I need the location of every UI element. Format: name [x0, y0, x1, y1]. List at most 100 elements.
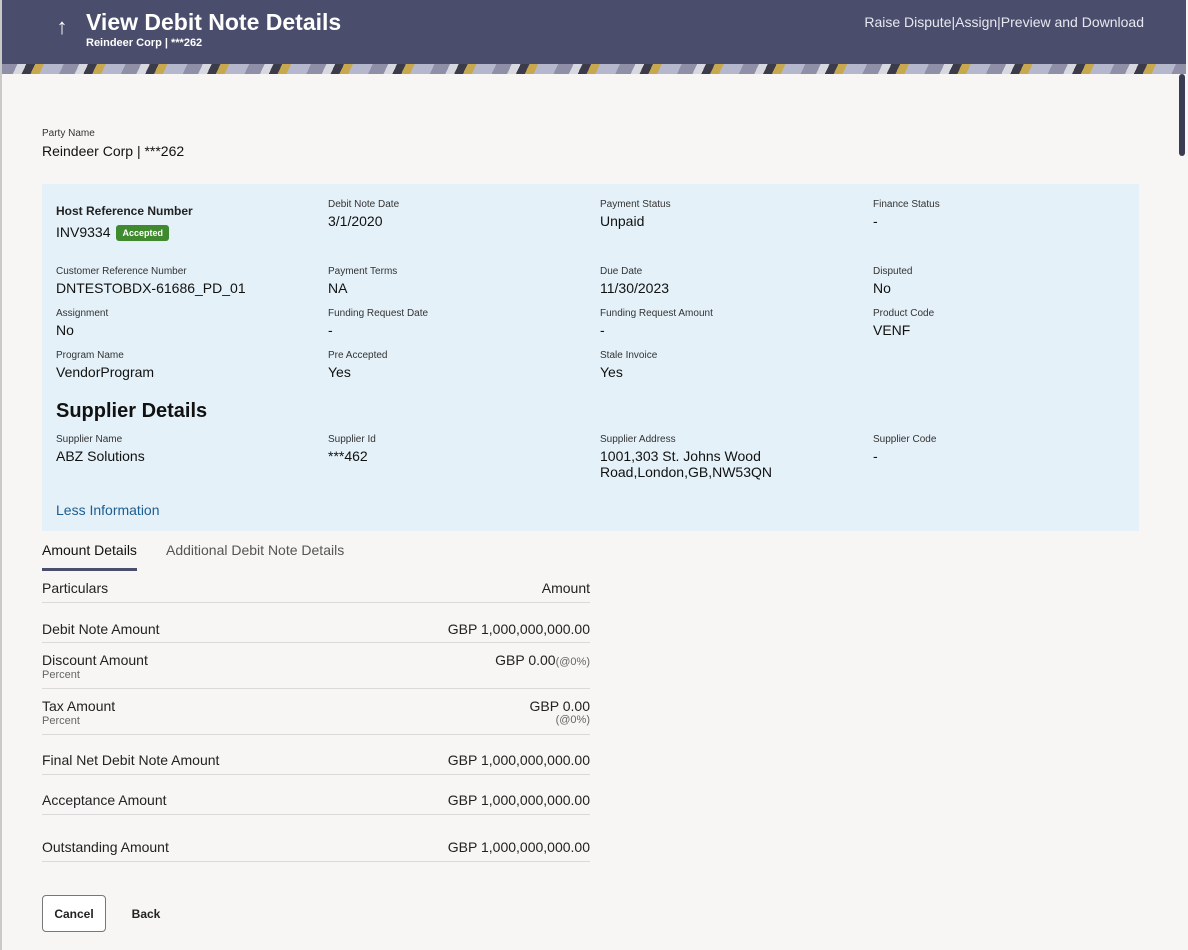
row-amount: GBP 1,000,000,000.00 — [447, 839, 590, 855]
finance-status-label: Finance Status — [873, 199, 940, 210]
debit-note-date-value: 3/1/2020 — [328, 213, 383, 229]
supplier-details-heading: Supplier Details — [56, 400, 208, 422]
program-name-label: Program Name — [56, 350, 124, 361]
row-amount: GBP 1,000,000,000.00 — [447, 752, 590, 768]
row-amount: GBP 0.00 — [529, 698, 590, 714]
row-sub-label: Percent — [42, 715, 80, 727]
payment-terms-label: Payment Terms — [328, 266, 398, 277]
supplier-address-field: Supplier Address 1001,303 St. Johns Wood… — [600, 434, 772, 480]
funding-request-date-field: Funding Request Date - — [328, 308, 428, 338]
stale-invoice-label: Stale Invoice — [600, 350, 658, 361]
payment-terms-field: Payment Terms NA — [328, 266, 397, 296]
payment-status-field: Payment Status Unpaid — [600, 199, 671, 229]
product-code-field: Product Code VENF — [873, 308, 934, 338]
less-information-link[interactable]: Less Information — [56, 502, 160, 518]
program-name-field: Program Name VendorProgram — [56, 350, 154, 380]
back-button[interactable]: Back — [124, 895, 168, 932]
party-name-field: Party Name Reindeer Corp | ***262 — [42, 128, 184, 159]
page-edge — [0, 0, 2, 950]
table-row: Outstanding Amount GBP 1,000,000,000.00 — [42, 815, 590, 862]
row-amount-group: GBP 0.00(@0%) — [495, 652, 590, 668]
payment-terms-value: NA — [328, 280, 348, 296]
payment-status-label: Payment Status — [600, 199, 671, 210]
row-sub-label: Percent — [42, 669, 80, 681]
customer-reference-label: Customer Reference Number — [56, 266, 187, 277]
supplier-address-line2: Road,London,GB,NW53QN — [600, 464, 772, 480]
row-name: Acceptance Amount — [42, 792, 167, 808]
supplier-code-field: Supplier Code - — [873, 434, 936, 464]
funding-request-amount-value: - — [600, 322, 605, 338]
customer-reference-value: DNTESTOBDX-61686_PD_01 — [56, 280, 246, 296]
supplier-name-label: Supplier Name — [56, 434, 123, 445]
product-code-label: Product Code — [873, 308, 935, 319]
table-row: Discount Amount Percent GBP 0.00(@0%) — [42, 643, 590, 689]
party-name-value: Reindeer Corp | ***262 — [42, 143, 185, 159]
row-name: Outstanding Amount — [42, 839, 169, 855]
row-name: Debit Note Amount — [42, 621, 160, 637]
assignment-label: Assignment — [56, 308, 109, 319]
up-arrow-icon[interactable]: ↑ — [52, 14, 72, 40]
debit-note-date-label: Debit Note Date — [328, 199, 400, 210]
supplier-id-field: Supplier Id ***462 — [328, 434, 376, 464]
program-name-value: VendorProgram — [56, 364, 155, 380]
tab-amount-details[interactable]: Amount Details — [42, 542, 137, 571]
row-amount: GBP 1,000,000,000.00 — [447, 621, 590, 637]
supplier-name-field: Supplier Name ABZ Solutions — [56, 434, 145, 464]
funding-request-date-value: - — [328, 322, 333, 338]
tab-additional-debit-note-details[interactable]: Additional Debit Note Details — [166, 542, 344, 568]
party-name-label: Party Name — [42, 128, 95, 139]
debit-note-date-field: Debit Note Date 3/1/2020 — [328, 199, 399, 229]
row-amount: GBP 0.00 — [495, 652, 556, 668]
table-row: Tax Amount Percent GBP 0.00 (@0%) — [42, 689, 590, 735]
assignment-field: Assignment No — [56, 308, 108, 338]
disputed-label: Disputed — [873, 266, 913, 277]
pre-accepted-field: Pre Accepted Yes — [328, 350, 387, 380]
debit-note-info-panel: Host Reference Number INV9334 Accepted De… — [42, 184, 1139, 531]
raise-dispute-link[interactable]: Raise Dispute — [864, 14, 951, 30]
table-header-row: Particulars Amount — [42, 572, 590, 603]
assign-link[interactable]: Assign — [955, 14, 997, 30]
due-date-value: 11/30/2023 — [600, 280, 670, 296]
due-date-label: Due Date — [600, 266, 643, 277]
preview-download-link[interactable]: Preview and Download — [1001, 14, 1144, 30]
finance-status-field: Finance Status - — [873, 199, 940, 229]
scrollbar-thumb[interactable] — [1179, 74, 1185, 156]
row-name: Final Net Debit Note Amount — [42, 752, 220, 768]
supplier-address-line1: 1001,303 St. Johns Wood — [600, 448, 761, 464]
supplier-code-label: Supplier Code — [873, 434, 937, 445]
amount-header: Amount — [541, 580, 590, 596]
header-actions: Raise Dispute|Assign|Preview and Downloa… — [864, 14, 1144, 30]
row-amount: GBP 1,000,000,000.00 — [447, 792, 590, 808]
disputed-value: No — [873, 280, 891, 296]
host-reference-value: INV9334 — [56, 224, 111, 240]
supplier-id-value: ***462 — [328, 448, 368, 464]
assignment-value: No — [56, 322, 74, 338]
page-title: View Debit Note Details — [86, 9, 342, 35]
supplier-id-label: Supplier Id — [328, 434, 376, 445]
row-name: Discount Amount — [42, 652, 148, 668]
payment-status-value: Unpaid — [600, 213, 645, 229]
supplier-address-label: Supplier Address — [600, 434, 676, 445]
funding-request-amount-label: Funding Request Amount — [600, 308, 713, 319]
header-banner — [2, 64, 1186, 74]
supplier-name-value: ABZ Solutions — [56, 448, 145, 464]
host-reference-label: Host Reference Number — [56, 204, 193, 218]
product-code-value: VENF — [873, 322, 911, 338]
table-row: Debit Note Amount GBP 1,000,000,000.00 — [42, 603, 590, 643]
finance-status-value: - — [873, 213, 878, 229]
table-row: Final Net Debit Note Amount GBP 1,000,00… — [42, 735, 590, 775]
table-row: Acceptance Amount GBP 1,000,000,000.00 — [42, 775, 590, 815]
due-date-field: Due Date 11/30/2023 — [600, 266, 669, 296]
customer-reference-field: Customer Reference Number DNTESTOBDX-616… — [56, 266, 246, 296]
pre-accepted-label: Pre Accepted — [328, 350, 388, 361]
page-header: ↑ View Debit Note Details Reindeer Corp … — [2, 0, 1186, 64]
cancel-button[interactable]: Cancel — [42, 895, 106, 932]
row-name: Tax Amount — [42, 698, 116, 714]
funding-request-date-label: Funding Request Date — [328, 308, 429, 319]
supplier-code-value: - — [873, 448, 878, 464]
page-subtitle: Reindeer Corp | ***262 — [86, 37, 203, 49]
disputed-field: Disputed No — [873, 266, 912, 296]
host-reference-row: INV9334 Accepted — [56, 224, 193, 242]
pre-accepted-value: Yes — [328, 364, 351, 380]
status-badge: Accepted — [116, 225, 169, 242]
